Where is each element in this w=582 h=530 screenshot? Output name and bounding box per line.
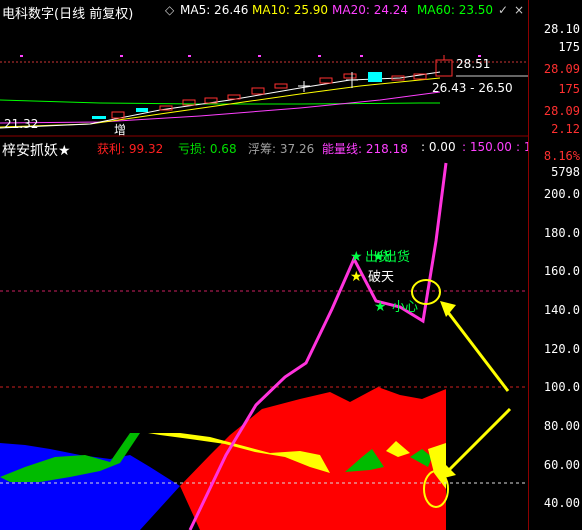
doji-crosses	[298, 72, 358, 92]
axis-label: 28.09	[543, 104, 580, 118]
axis-label: 100.0	[543, 380, 580, 394]
indicator-panel[interactable]: 梓安抓妖★ 获利: 99.32 亏损: 0.68 浮筹: 37.26 能量线: …	[0, 137, 582, 530]
pct-label: 8.16%	[543, 149, 580, 163]
axis-label: 60.00	[543, 458, 580, 472]
cyan-candle	[368, 72, 382, 82]
candles	[111, 55, 453, 119]
loss-area	[0, 443, 180, 530]
axis-label: 28.09	[543, 62, 580, 76]
axis-label: 80.00	[543, 419, 580, 433]
arrow-shaft	[444, 407, 512, 475]
arrow-shaft	[442, 306, 510, 392]
caution-signal: 小心	[392, 300, 418, 315]
axis-label: 140.0	[543, 303, 580, 317]
axis-label: 180.0	[543, 226, 580, 240]
axis-label: 200.0	[543, 187, 580, 201]
axis-label: 160.0	[543, 264, 580, 278]
axis-label: 28.10	[543, 22, 580, 36]
sell-signal-2: 出货	[384, 249, 410, 265]
ma20-line	[0, 91, 441, 124]
candlestick-chart[interactable]: 28.51 26.43 - 26.50 21.32 增	[0, 0, 528, 137]
star-icon: ★	[350, 269, 363, 285]
lo-price-label: 21.32	[4, 117, 38, 131]
hi-price-label: 28.51	[456, 57, 490, 71]
ma10-line	[0, 77, 441, 128]
break-signal: 破天	[368, 270, 394, 285]
volume-markers	[20, 55, 481, 57]
range-label: 26.43 - 26.50	[432, 81, 513, 95]
indicator-chart[interactable]: ★ 出货 ★ 出货 ★ 破天 ★ 小心	[0, 137, 528, 530]
volume-tag: 增	[114, 123, 126, 137]
star-icon: ★	[374, 299, 387, 315]
axis-label: 2.12	[551, 122, 580, 136]
cyan-candle	[92, 116, 106, 119]
indicator-axis: 8.16% 5798 200.0 180.0 160.0 140.0 120.0…	[528, 137, 582, 530]
axis-label: 175	[558, 82, 580, 96]
axis-label: 40.00	[543, 496, 580, 510]
cyan-candle	[136, 108, 148, 112]
price-axis: 28.10 175 28.09 175 28.09 2.12	[528, 0, 582, 137]
axis-label: 120.0	[543, 342, 580, 356]
main-price-panel[interactable]: 电科数字(日线 前复权) ◇ MA5: 26.46 MA10: 25.90 MA…	[0, 0, 582, 137]
star-icon: ★	[372, 249, 385, 265]
volume-label: 5798	[551, 165, 580, 179]
star-icon: ★	[350, 249, 363, 265]
axis-label: 175	[558, 40, 580, 54]
